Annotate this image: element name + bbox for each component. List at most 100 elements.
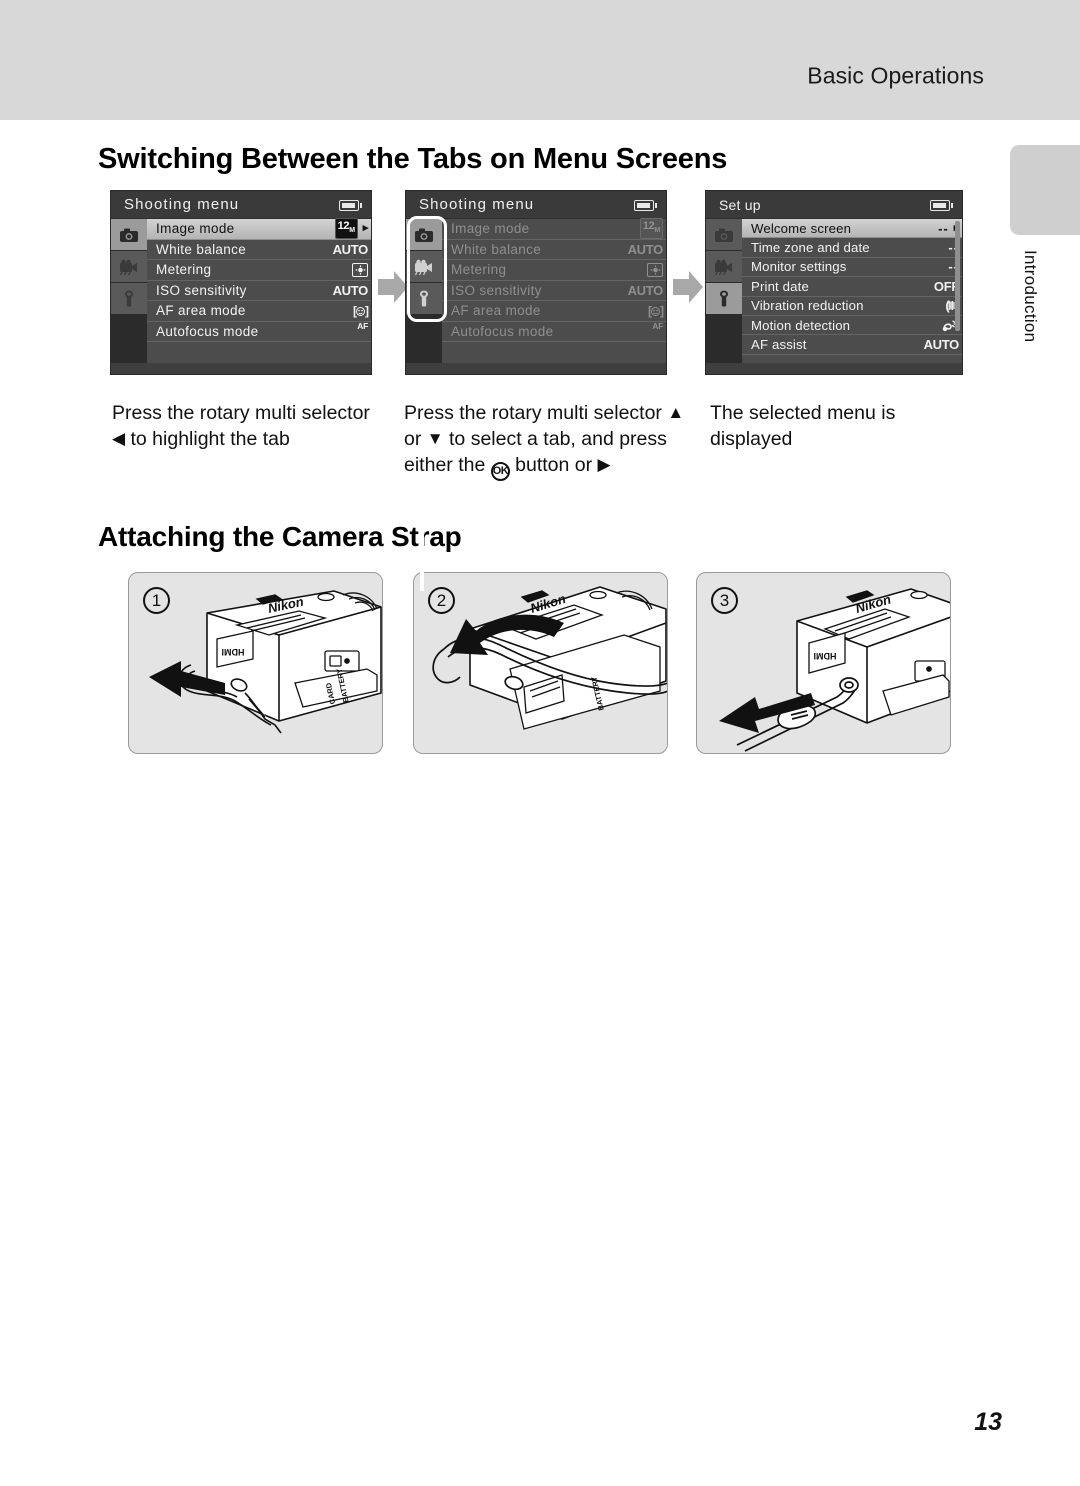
arrow-right-icon: ▶ [597,455,611,474]
lcd-title-2: Shooting menu [419,196,535,213]
menu-item-value: AUTO [332,241,369,257]
tab-movie-camera-icon[interactable] [706,251,742,283]
lcd-body-1: Image mode 12M ▸ White balance AUTO Mete… [111,218,371,374]
menu-row[interactable]: Image mode 12M [442,218,666,240]
menu-row[interactable]: AF assist AUTO [742,335,962,355]
menu-item-label: Monitor settings [751,259,847,275]
menu-item-value [352,262,368,277]
arrow-left-icon: ◀ [112,429,126,448]
figure-number: 1 [143,587,170,614]
autofocus-mode-icon: AF S [652,321,663,341]
menu-item-label: AF assist [751,337,807,353]
image-mode-icon: 12M [639,218,663,240]
tab-camera-icon[interactable] [706,219,742,251]
menu-row[interactable]: Print date OFF [742,277,962,297]
tab-movie-camera-icon[interactable] [406,251,442,283]
menu-item-value: 12M ▸ [334,218,369,240]
section-title: Basic Operations [807,62,984,89]
page-number: 13 [974,1408,1002,1436]
menu-row[interactable]: Autofocus mode AF S [442,321,666,342]
flow-arrow-right-icon [378,270,408,304]
figure-number: 3 [711,587,738,614]
page-title-switching-tabs: Switching Between the Tabs on Menu Scree… [98,143,728,175]
menu-item-value: [] [353,304,369,318]
menu-row[interactable]: Vibration reduction () [742,297,962,316]
tab-rail-3 [706,219,742,374]
menu-row[interactable]: Monitor settings -- [742,258,962,278]
menu-list-2: Image mode 12M White balance AUTO Meteri… [442,218,666,374]
lcd-title-1: Shooting menu [124,196,240,213]
image-mode-icon: 12M [334,218,358,240]
menu-item-value: AUTO [923,337,960,353]
caption-step-1: Press the rotary multi selector ◀ to hig… [112,400,382,452]
page-title-attaching-strap: Attaching the Camera Strap [98,521,462,552]
menu-row[interactable]: Welcome screen -- ▸ [742,219,962,239]
tab-movie-camera-icon[interactable] [111,251,147,283]
menu-row[interactable]: White balance AUTO [147,240,371,260]
tab-wrench-icon[interactable] [111,283,147,315]
tab-camera-icon[interactable] [406,219,442,251]
figure-number: 2 [428,587,455,614]
menu-item-label: Time zone and date [751,240,870,256]
menu-item-label: Image mode [451,221,530,237]
menu-item-label: AF area mode [156,303,246,319]
menu-item-label: Autofocus mode [156,323,259,339]
side-index-label: Introduction [1021,250,1040,343]
page-header-band [0,0,1080,120]
menu-item-label: Welcome screen [751,220,852,236]
lcd-footer-3 [706,363,962,374]
menu-row[interactable]: Autofocus mode AF S [147,322,371,342]
strap-figure-3: 3 Nikon HDMI [696,572,951,754]
strap-figure-2: 2 Nikon BATTERY [413,572,668,754]
menu-scrollbar[interactable] [955,221,960,331]
tab-highlight-leader-line [420,485,424,591]
chevron-right-icon: ▸ [362,222,369,235]
tab-rail-1 [111,219,147,374]
lcd-titlebar-1: Shooting menu [111,191,371,219]
side-index-tab [1010,145,1080,235]
lcd-body-3: Welcome screen -- ▸ Time zone and date -… [706,219,962,374]
menu-row[interactable]: ISO sensitivity AUTO [442,281,666,301]
arrow-up-icon: ▲ [667,403,685,422]
flow-arrow-right-icon [673,270,703,304]
caption-text: Press the rotary multi selector [404,402,668,424]
menu-item-label: Motion detection [751,317,851,333]
metering-icon [647,262,663,277]
menu-row[interactable]: Metering [442,260,666,281]
af-area-mode-icon: [] [648,303,664,318]
menu-item-value: AF S [652,321,663,341]
menu-row[interactable]: AF area mode [] [147,301,371,322]
menu-item-dashes: -- [938,220,949,236]
tab-camera-icon[interactable] [111,219,147,251]
caption-text: or [404,428,427,450]
menu-item-value: AUTO [332,282,369,298]
tab-rail-2 [406,219,442,374]
menu-item-label: Metering [156,262,212,278]
tab-wrench-icon[interactable] [406,283,442,315]
ok-button-icon: OK [490,462,510,481]
strap-figure-1: 1 HDMI BATTERY CARD Nikon [128,572,383,754]
lcd-footer-2 [406,363,666,374]
menu-item-value: AUTO [627,282,664,298]
caption-text: button or [509,454,598,476]
menu-row[interactable]: Metering [147,260,371,281]
port-label-hdmi: HDMI [222,647,245,657]
menu-screens-row: Shooting menu Image mode 12M ▸ White bal… [110,190,990,591]
menu-item-label: AF area mode [451,303,541,319]
menu-row[interactable]: Image mode 12M ▸ [147,218,371,240]
strap-figures-row: 1 HDMI BATTERY CARD Nikon 2 Nikon BATTER… [128,572,958,754]
tab-wrench-icon[interactable] [706,283,742,315]
menu-item-label: White balance [451,241,542,257]
menu-item-value [647,262,663,277]
menu-row[interactable]: Time zone and date -- [742,238,962,258]
menu-row[interactable]: ISO sensitivity AUTO [147,281,371,301]
battery-icon [930,200,953,211]
menu-row[interactable]: AF area mode [] [442,301,666,322]
lcd-footer-1 [111,363,371,374]
metering-icon [352,262,368,277]
menu-item-value: AUTO [627,241,664,257]
menu-row[interactable]: White balance AUTO [442,240,666,260]
lcd-screen-1: Shooting menu Image mode 12M ▸ White bal… [110,190,372,375]
menu-row[interactable]: Motion detection [742,316,962,336]
lcd-titlebar-2: Shooting menu [406,191,666,219]
